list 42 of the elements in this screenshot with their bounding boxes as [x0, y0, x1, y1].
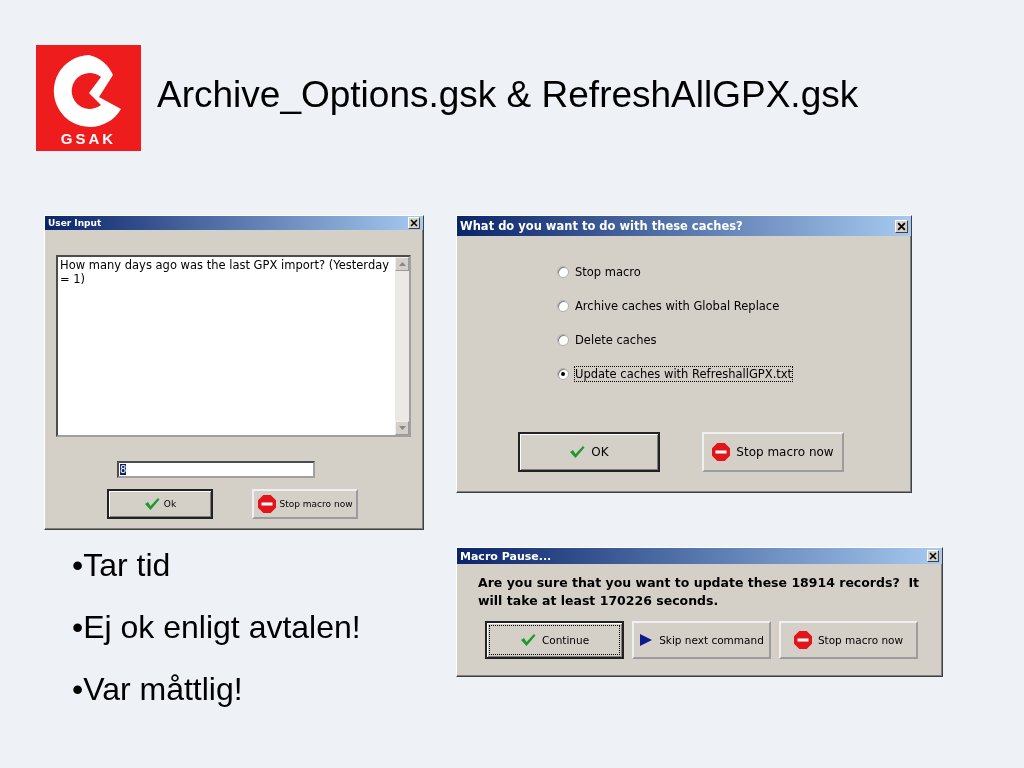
prompt-text: How many days ago was the last GPX import? (Yesterday = 1) [59, 257, 391, 288]
close-icon [897, 221, 906, 231]
scroll-up-icon [398, 262, 406, 266]
close-button[interactable] [408, 217, 420, 229]
checkmark-icon [519, 633, 536, 647]
checkmark-icon [143, 497, 160, 511]
dialog-title: Macro Pause... [460, 549, 552, 563]
play-icon [639, 633, 654, 647]
scrollbar[interactable] [395, 257, 409, 435]
option-label[interactable]: Update caches with RefreshallGPX.txt [575, 367, 793, 381]
dialog-button[interactable]: Continue [485, 621, 624, 659]
radio-button[interactable] [557, 266, 569, 278]
option-label[interactable]: Delete caches [575, 333, 657, 347]
dialog-button[interactable]: Stop macro now [779, 621, 918, 659]
radio-button[interactable] [557, 300, 569, 312]
message-text: Are you sure that you want to update these 18914 records? It will take at least 170226 seconds. [478, 574, 920, 610]
dialog-button[interactable]: Skip next command [632, 621, 771, 659]
scroll-down-icon [398, 426, 406, 430]
option-label[interactable]: Stop macro [575, 265, 641, 279]
radio-button[interactable] [557, 368, 569, 380]
stop-sign-icon [257, 495, 276, 513]
input-field[interactable]: 8 [117, 461, 315, 478]
checkmark-icon [569, 445, 586, 459]
dialog-button[interactable]: Stop macro now [702, 432, 844, 472]
radio-button[interactable] [557, 334, 569, 346]
close-icon [929, 552, 937, 560]
close-button[interactable] [927, 550, 939, 562]
stop-sign-icon [712, 443, 731, 461]
bullet-point: •Ej ok enligt avtalen! [72, 608, 361, 647]
dialog-title: What do you want to do with these caches? [460, 219, 743, 233]
dialog-button[interactable]: OK [518, 432, 660, 472]
option-label[interactable]: Archive caches with Global Replace [575, 299, 780, 313]
stop-sign-icon [793, 631, 812, 649]
bullet-point: •Tar tid [72, 546, 172, 585]
slide-title: Archive_Options.gsk & RefreshAllGPX.gsk [157, 74, 859, 116]
dialog-title: User Input [48, 218, 102, 228]
bullet-point: •Var måttlig! [72, 670, 244, 709]
logo-text: GSAK [60, 131, 117, 147]
dialog-button[interactable]: Stop macro now [252, 489, 358, 519]
close-icon [410, 219, 418, 227]
close-button[interactable] [895, 219, 908, 233]
dialog-button[interactable]: Ok [107, 489, 213, 519]
